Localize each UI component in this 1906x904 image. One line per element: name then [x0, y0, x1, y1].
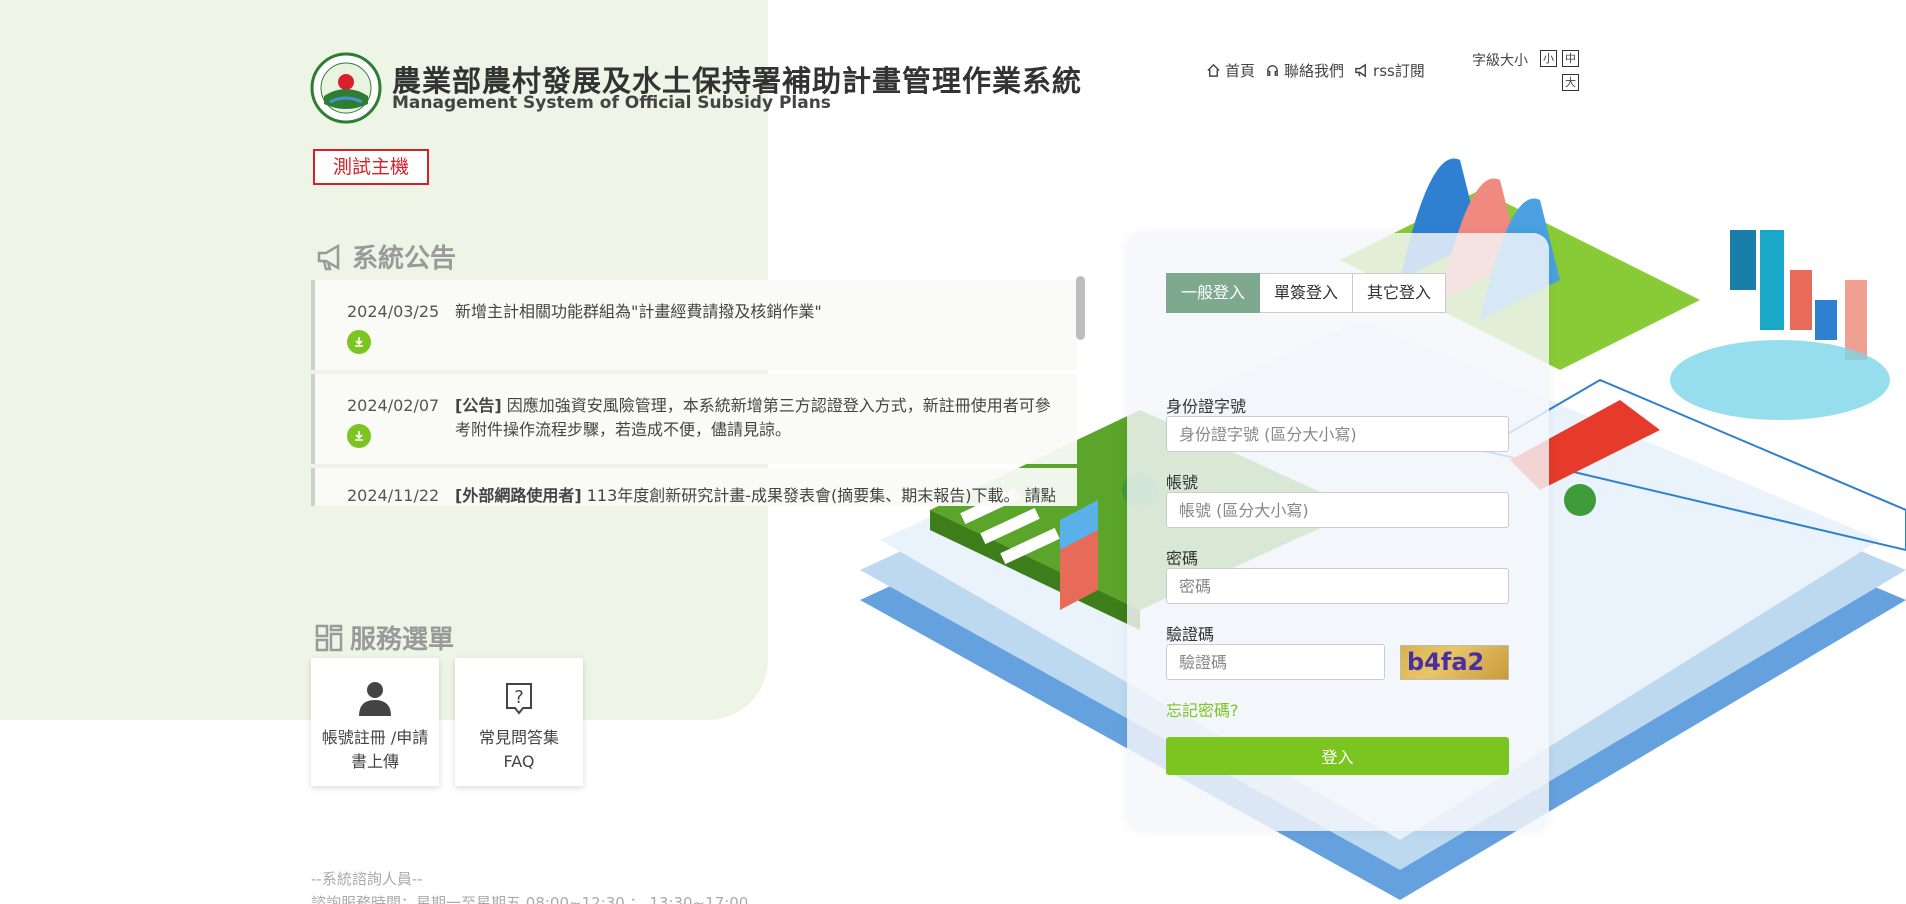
announcements-heading-text: 系統公告	[352, 244, 457, 274]
grid-menu-icon	[315, 624, 343, 651]
service-faq-card[interactable]: ? 常見問答集 FAQ	[455, 658, 583, 786]
captcha-image[interactable]: b4fa2	[1400, 645, 1509, 680]
service-register-label: 帳號註冊 /申請書上傳	[321, 728, 429, 771]
megaphone-icon	[1355, 63, 1366, 78]
font-size-large-button[interactable]: 大	[1562, 74, 1579, 91]
id-number-input[interactable]	[1166, 416, 1509, 452]
user-icon	[359, 682, 391, 716]
tab-general-login[interactable]: 一般登入	[1166, 273, 1261, 313]
top-nav: 首頁 聯絡我們 rss訂閱	[1206, 60, 1425, 81]
id-number-label: 身份證字號	[1166, 397, 1247, 416]
home-icon	[1207, 63, 1220, 77]
account-input[interactable]	[1166, 492, 1509, 528]
headset-icon	[1267, 65, 1278, 76]
services-heading: 服務選單	[314, 619, 454, 656]
nav-rss[interactable]: rss訂閱	[1354, 60, 1425, 81]
announcement-item[interactable]: 2024/02/07 [公告] 因應加強資安風險管理，本系統新增第三方認證登入方…	[311, 374, 1077, 464]
download-icon	[355, 337, 363, 347]
announcement-item[interactable]: 2024/03/25 新增主計相關功能群組為"計畫經費請撥及核銷作業"	[311, 280, 1077, 370]
download-attachment-button[interactable]	[347, 330, 371, 354]
announcement-body: 113年度創新研究計畫-成果發表會(摘要集、期末報告)下載。 請點	[586, 486, 1055, 505]
account-label: 帳號	[1166, 473, 1199, 492]
tab-other-login[interactable]: 其它登入	[1353, 273, 1447, 313]
announcement-date: 2024/03/25	[347, 302, 440, 321]
captcha-input[interactable]	[1166, 644, 1385, 680]
announcement-text: 新增主計相關功能群組為"計畫經費請撥及核銷作業"	[455, 302, 822, 321]
announcement-date: 2024/11/22	[347, 486, 440, 505]
font-size-label: 字級大小	[1472, 53, 1528, 69]
announcement-scrollbar[interactable]	[1076, 276, 1085, 340]
service-register-card[interactable]: 帳號註冊 /申請書上傳	[311, 658, 439, 786]
login-panel: 一般登入 單簽登入 其它登入 身份證字號 帳號 密碼 驗證碼 b4fa2 忘記密…	[1127, 233, 1549, 831]
services-heading-text: 服務選單	[350, 625, 455, 655]
password-label: 密碼	[1166, 549, 1199, 568]
download-icon	[355, 431, 363, 441]
site-subtitle: Management System of Official Subsidy Pl…	[392, 93, 831, 113]
announcement-text: [公告] 因應加強資安風險管理，本系統新增第三方認證登入方式，新註冊使用者可參考…	[455, 394, 1055, 442]
megaphone-icon	[317, 243, 340, 270]
service-faq-label: 常見問答集 FAQ	[478, 728, 559, 771]
footer-contact-title: --系統諮詢人員--	[311, 870, 423, 888]
announcement-list: 2024/03/25 新增主計相關功能群組為"計畫經費請撥及核銷作業" 2024…	[311, 278, 1087, 506]
announcement-body: 因應加強資安風險管理，本系統新增第三方認證登入方式，新註冊使用者可參考附件操作流…	[455, 396, 1051, 439]
login-tabs: 一般登入 單簽登入 其它登入	[1166, 273, 1447, 313]
announcement-date: 2024/02/07	[347, 396, 440, 415]
announcement-text: [外部網路使用者] 113年度創新研究計畫-成果發表會(摘要集、期末報告)下載。…	[455, 484, 1055, 506]
nav-rss-label: rss訂閱	[1373, 62, 1425, 80]
nav-home[interactable]: 首頁	[1206, 60, 1255, 81]
login-submit-button[interactable]: 登入	[1166, 737, 1509, 775]
font-size-small-button[interactable]: 小	[1540, 50, 1557, 67]
announcement-tag: [外部網路使用者]	[455, 486, 582, 505]
forgot-password-link[interactable]: 忘記密碼?	[1166, 697, 1239, 721]
announcement-item[interactable]: 2024/11/22 [外部網路使用者] 113年度創新研究計畫-成果發表會(摘…	[311, 468, 1077, 506]
agency-logo	[310, 52, 382, 124]
announcement-tag: [公告]	[455, 396, 502, 415]
captcha-label: 驗證碼	[1166, 625, 1215, 644]
password-input[interactable]	[1166, 568, 1509, 604]
svg-text:?: ?	[514, 687, 524, 708]
font-size-medium-button[interactable]: 中	[1562, 50, 1579, 67]
nav-contact[interactable]: 聯絡我們	[1265, 60, 1344, 81]
tab-sso-login[interactable]: 單簽登入	[1260, 273, 1354, 313]
announcements-heading: 系統公告	[316, 238, 456, 275]
footer-service-hours: 諮詢服務時間：星期一至星期五 08:00~12:30 ； 13:30~17:00	[311, 894, 749, 904]
nav-home-label: 首頁	[1225, 62, 1256, 80]
question-icon: ?	[506, 683, 532, 715]
download-attachment-button[interactable]	[347, 424, 371, 448]
nav-contact-label: 聯絡我們	[1284, 62, 1345, 80]
test-server-badge: 測試主機	[313, 149, 429, 185]
